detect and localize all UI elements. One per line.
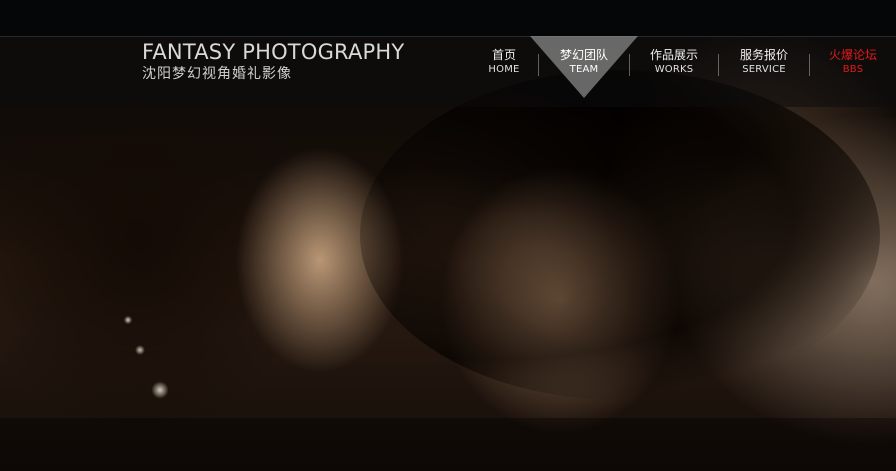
nav-service[interactable]: 服务报价 SERVICE bbox=[719, 36, 809, 98]
nav-bbs-cn: 火爆论坛 bbox=[828, 48, 877, 62]
nav-service-en: SERVICE bbox=[742, 64, 786, 75]
nav-service-cn: 服务报价 bbox=[739, 48, 788, 62]
brand-title-en: FANTASY PHOTOGRAPHY bbox=[142, 40, 405, 64]
nav-bbs-en: BBS bbox=[842, 64, 864, 75]
nav-home[interactable]: 首页 HOME bbox=[470, 36, 538, 98]
hero-hair-shadow bbox=[360, 70, 880, 400]
brand[interactable]: FANTASY PHOTOGRAPHY 沈阳梦幻视角婚礼影像 bbox=[142, 39, 442, 83]
brand-subtitle-cn: 沈阳梦幻视角婚礼影像 bbox=[142, 66, 292, 82]
nav-home-cn: 首页 bbox=[491, 48, 516, 62]
nav-works[interactable]: 作品展示 WORKS bbox=[630, 36, 718, 98]
bottom-band bbox=[0, 418, 896, 471]
top-strip bbox=[0, 0, 896, 36]
hero-earring-highlight bbox=[108, 310, 178, 420]
nav-works-en: WORKS bbox=[654, 64, 694, 75]
main-nav: 首页 HOME 梦幻团队 TEAM 作品展示 WORKS 服务报价 SERVIC… bbox=[470, 36, 896, 106]
nav-bbs[interactable]: 火爆论坛 BBS bbox=[810, 36, 896, 98]
page: FANTASY PHOTOGRAPHY 沈阳梦幻视角婚礼影像 首页 HOME 梦… bbox=[0, 0, 896, 471]
nav-team-en: TEAM bbox=[569, 64, 599, 75]
nav-home-en: HOME bbox=[488, 64, 520, 75]
nav-team[interactable]: 梦幻团队 TEAM bbox=[539, 36, 629, 98]
nav-team-cn: 梦幻团队 bbox=[559, 48, 608, 62]
nav-works-cn: 作品展示 bbox=[649, 48, 698, 62]
